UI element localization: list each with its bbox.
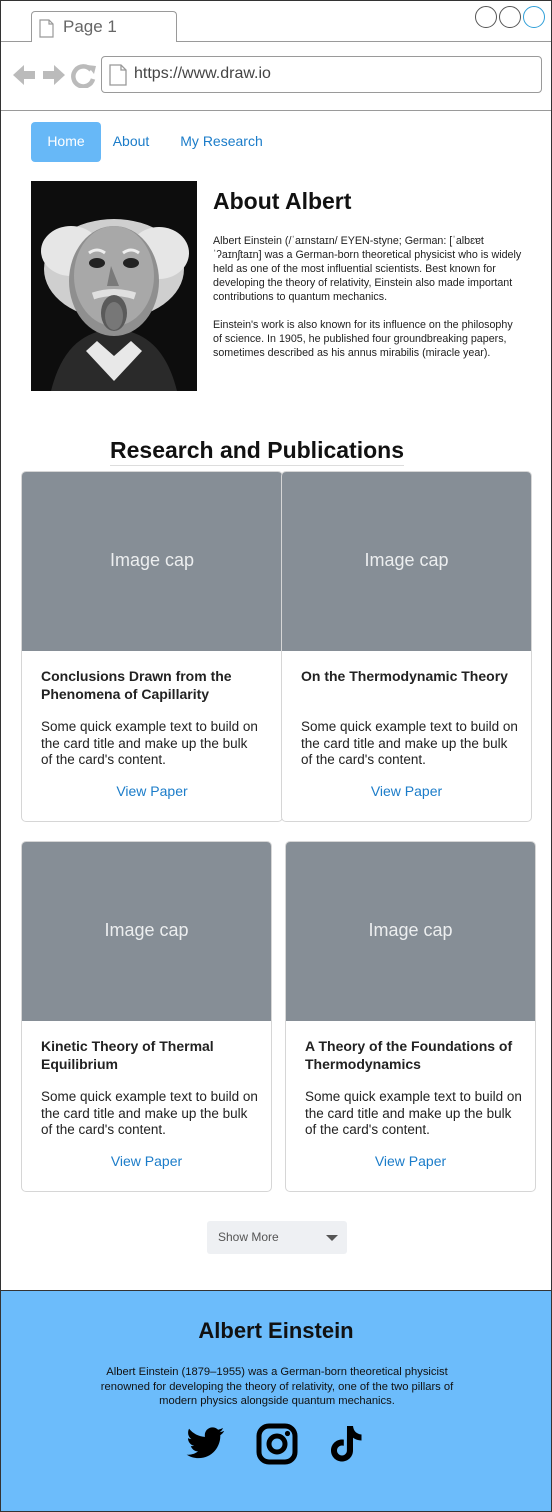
- about-paragraph: Albert Einstein (/ˈaɪnstaɪn/ EYEN-styne;…: [213, 235, 522, 303]
- window-button-1[interactable]: [475, 6, 497, 28]
- card-image-label: Image cap: [368, 920, 453, 940]
- tiktok-icon[interactable]: [325, 1423, 367, 1465]
- card-title: A Theory of the Foundations of Thermodyn…: [305, 1038, 513, 1072]
- card-image-placeholder: Image cap: [22, 842, 271, 1021]
- card-title: On the Thermodynamic Theory: [301, 668, 508, 684]
- footer: Albert Einstein Albert Einstein (1879–19…: [1, 1290, 551, 1511]
- nav-home[interactable]: Home: [31, 122, 101, 162]
- paper-card: Image cap A Theory of the Foundations of…: [285, 841, 536, 1192]
- footer-title: Albert Einstein: [198, 1318, 354, 1343]
- nav-about[interactable]: About: [107, 122, 155, 162]
- card-image-label: Image cap: [109, 550, 195, 570]
- card-title: Conclusions Drawn from the Phenomena of …: [41, 668, 232, 702]
- page-icon: [39, 19, 54, 38]
- einstein-photo-illustration: [31, 181, 197, 391]
- view-paper-link[interactable]: View Paper: [22, 783, 282, 799]
- research-title-text: Research and Publications: [110, 437, 404, 466]
- card-image-placeholder: Image cap: [22, 472, 282, 651]
- view-paper-link[interactable]: View Paper: [22, 1153, 271, 1169]
- card-text: Some quick example text to build on the …: [301, 719, 518, 767]
- card-title: Kinetic Theory of Thermal Equilibrium: [41, 1038, 214, 1072]
- browser-nav-buttons: [13, 64, 96, 88]
- caret-down-icon: [326, 1235, 338, 1241]
- instagram-icon[interactable]: [256, 1423, 298, 1465]
- show-more-label: Show More: [218, 1230, 279, 1244]
- card-text: Some quick example text to build on the …: [41, 1089, 258, 1137]
- url-text: https://www.draw.io: [134, 65, 271, 82]
- profile-photo: [31, 181, 197, 391]
- reload-icon[interactable]: [71, 64, 96, 88]
- view-paper-link[interactable]: View Paper: [282, 783, 531, 799]
- window-button-3[interactable]: [523, 6, 545, 28]
- about-title: About Albert: [213, 188, 352, 214]
- address-bar: https://www.draw.io: [1, 42, 551, 111]
- page-icon: [109, 64, 127, 86]
- twitter-icon[interactable]: [184, 1423, 226, 1465]
- tab-bar: Page 1: [1, 1, 551, 43]
- card-text: Some quick example text to build on the …: [305, 1089, 522, 1137]
- card-image-label: Image cap: [104, 920, 189, 940]
- paper-card: Image cap Kinetic Theory of Thermal Equi…: [21, 841, 272, 1192]
- card-image-placeholder: Image cap: [286, 842, 535, 1021]
- footer-text: Albert Einstein (1879–1955) was a German…: [100, 1366, 454, 1407]
- card-text: Some quick example text to build on the …: [41, 719, 258, 767]
- show-more-dropdown[interactable]: Show More: [207, 1221, 347, 1254]
- view-paper-link[interactable]: View Paper: [286, 1153, 535, 1169]
- forward-arrow-icon[interactable]: [43, 65, 65, 85]
- window-button-2[interactable]: [499, 6, 521, 28]
- back-arrow-icon[interactable]: [13, 65, 35, 85]
- about-paragraph: Einstein's work is also known for its in…: [213, 319, 513, 359]
- paper-card: Image cap Conclusions Drawn from the Phe…: [21, 471, 283, 822]
- url-field[interactable]: https://www.draw.io: [101, 56, 542, 93]
- browser-tab[interactable]: Page 1: [31, 11, 177, 43]
- card-image-label: Image cap: [364, 550, 449, 570]
- research-title: Research and Publications: [1, 437, 551, 466]
- tab-label: Page 1: [63, 17, 117, 36]
- card-image-placeholder: Image cap: [282, 472, 531, 651]
- paper-card: Image cap On the Thermodynamic Theory So…: [281, 471, 532, 822]
- nav-my-research[interactable]: My Research: [174, 122, 269, 162]
- browser-window: Page 1 https://www.draw.io Home About My…: [0, 0, 552, 1512]
